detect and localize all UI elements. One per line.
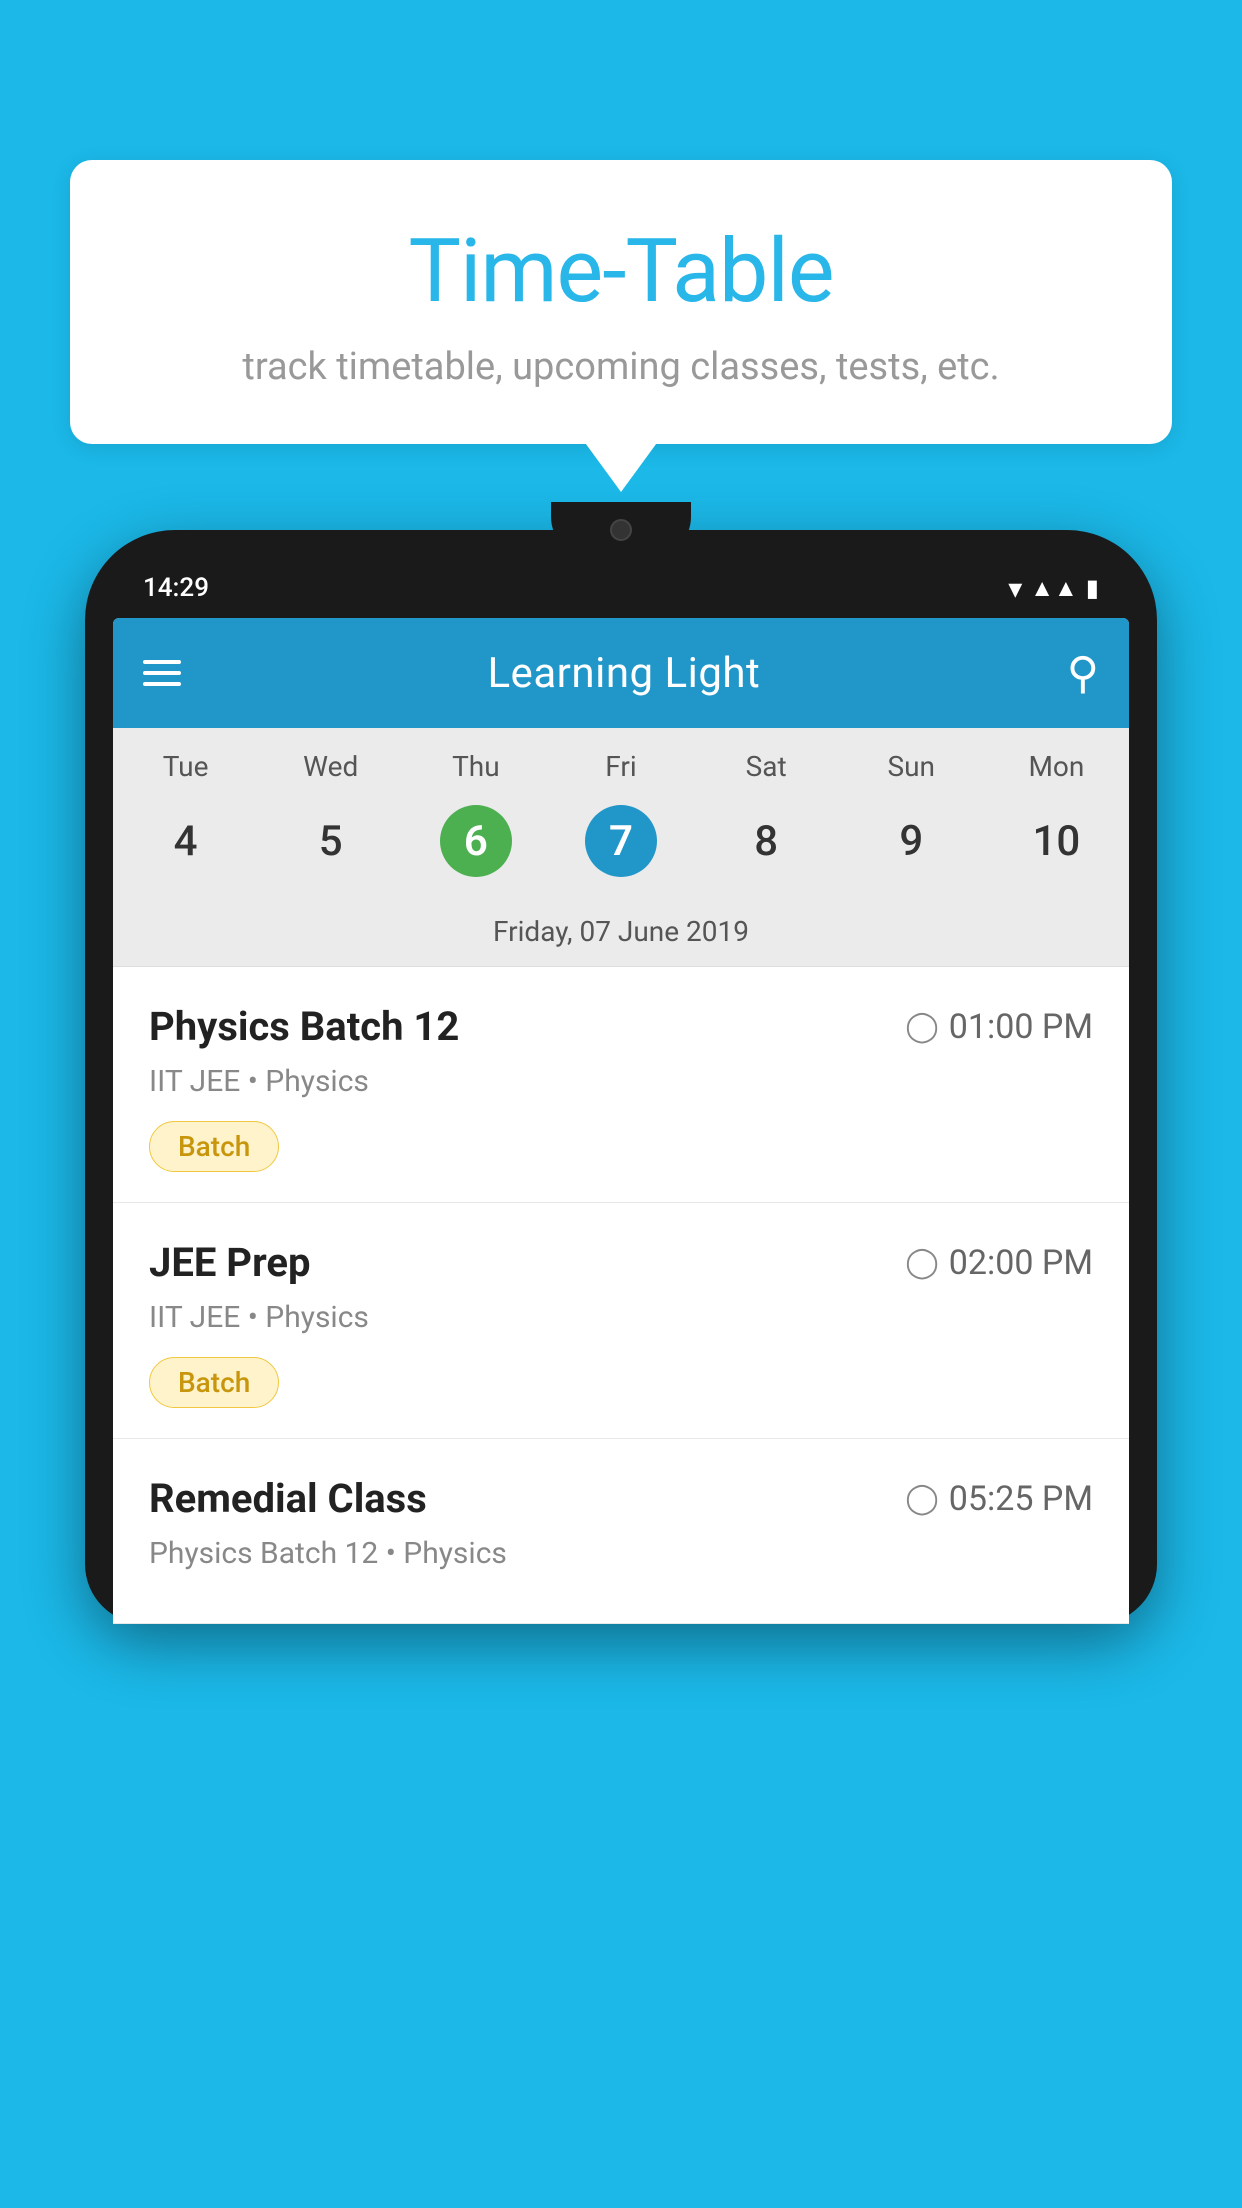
schedule-item-2-top: JEE Prep ◯ 02:00 PM [149,1239,1093,1286]
clock-icon-1: ◯ [905,1009,939,1044]
bubble-title: Time-Table [120,220,1122,323]
wifi-icon: ▾ [1008,572,1022,605]
calendar-section: Tue Wed Thu Fri Sat Sun Mon 4 5 6 7 [113,728,1129,967]
schedule-time-2: ◯ 02:00 PM [905,1243,1093,1283]
battery-icon: ▮ [1086,574,1099,602]
day-4[interactable]: 4 [113,795,258,895]
phone-mockup: 14:29 ▾ ▲▲ ▮ Learning Light ⚲ Tue W [85,530,1157,2208]
schedule-item-3[interactable]: Remedial Class ◯ 05:25 PM Physics Batch … [113,1439,1129,1624]
speech-bubble: Time-Table track timetable, upcoming cla… [70,160,1172,444]
schedule-meta-3: Physics Batch 12 • Physics [149,1536,1093,1571]
day-headers: Tue Wed Thu Fri Sat Sun Mon [113,728,1129,795]
day-9[interactable]: 9 [839,795,984,895]
phone-screen: Learning Light ⚲ Tue Wed Thu Fri Sat Sun… [113,618,1129,1624]
day-10[interactable]: 10 [984,795,1129,895]
schedule-item-1[interactable]: Physics Batch 12 ◯ 01:00 PM IIT JEE • Ph… [113,967,1129,1203]
day-6[interactable]: 6 [403,795,548,895]
schedule-meta-1: IIT JEE • Physics [149,1064,1093,1099]
schedule-item-3-top: Remedial Class ◯ 05:25 PM [149,1475,1093,1522]
status-bar: 14:29 ▾ ▲▲ ▮ [113,558,1129,618]
phone-notch [551,502,691,557]
bubble-subtitle: track timetable, upcoming classes, tests… [120,345,1122,389]
schedule-time-3: ◯ 05:25 PM [905,1479,1093,1519]
status-icons: ▾ ▲▲ ▮ [1008,572,1099,605]
status-time: 14:29 [143,573,209,603]
day-header-sun: Sun [839,728,984,795]
phone-outer: 14:29 ▾ ▲▲ ▮ Learning Light ⚲ Tue W [85,530,1157,1624]
selected-date-label: Friday, 07 June 2019 [113,903,1129,967]
schedule-item-2[interactable]: JEE Prep ◯ 02:00 PM IIT JEE • Physics Ba… [113,1203,1129,1439]
time-value-3: 05:25 PM [949,1479,1093,1519]
day-circle-6: 6 [440,805,512,877]
clock-icon-3: ◯ [905,1481,939,1516]
day-header-tue: Tue [113,728,258,795]
speech-bubble-section: Time-Table track timetable, upcoming cla… [70,160,1172,444]
day-numbers: 4 5 6 7 8 9 10 [113,795,1129,903]
app-bar: Learning Light ⚲ [113,618,1129,728]
schedule-time-1: ◯ 01:00 PM [905,1007,1093,1047]
batch-tag-1: Batch [149,1121,279,1172]
day-header-wed: Wed [258,728,403,795]
day-header-thu: Thu [403,728,548,795]
schedule-name-2: JEE Prep [149,1239,310,1286]
signal-icon: ▲▲ [1030,574,1078,603]
schedule-item-1-top: Physics Batch 12 ◯ 01:00 PM [149,1003,1093,1050]
camera [610,519,632,541]
app-title: Learning Light [487,649,760,698]
day-header-mon: Mon [984,728,1129,795]
search-icon[interactable]: ⚲ [1067,647,1099,699]
batch-tag-2: Batch [149,1357,279,1408]
clock-icon-2: ◯ [905,1245,939,1280]
time-value-2: 02:00 PM [949,1243,1093,1283]
day-circle-7: 7 [585,805,657,877]
schedule-name-1: Physics Batch 12 [149,1003,459,1050]
day-7[interactable]: 7 [548,795,693,895]
time-value-1: 01:00 PM [949,1007,1093,1047]
schedule-name-3: Remedial Class [149,1475,427,1522]
day-header-sat: Sat [694,728,839,795]
schedule-meta-2: IIT JEE • Physics [149,1300,1093,1335]
day-8[interactable]: 8 [694,795,839,895]
schedule-list: Physics Batch 12 ◯ 01:00 PM IIT JEE • Ph… [113,967,1129,1624]
day-5[interactable]: 5 [258,795,403,895]
day-header-fri: Fri [548,728,693,795]
menu-icon[interactable] [143,660,181,686]
